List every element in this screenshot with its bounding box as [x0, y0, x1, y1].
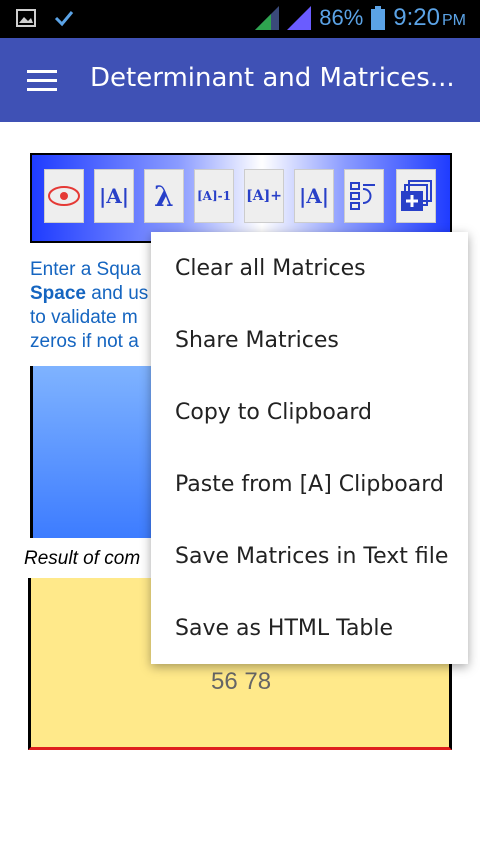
lambda-icon[interactable]: λ: [144, 169, 184, 223]
menu-item-copy[interactable]: Copy to Clipboard: [151, 376, 468, 448]
app-bar: Determinant and Matrices...: [0, 38, 480, 122]
battery-percent: 86%: [319, 5, 364, 30]
add-matrix-icon[interactable]: [396, 169, 436, 223]
menu-item-paste[interactable]: Paste from [A] Clipboard: [151, 448, 468, 520]
overflow-menu: Clear all Matrices Share Matrices Copy t…: [151, 232, 468, 664]
det-A-icon[interactable]: |A|: [94, 169, 134, 223]
steps-icon[interactable]: [344, 169, 384, 223]
result-label: Result of com: [24, 548, 141, 569]
time-text: 9:20: [393, 4, 440, 31]
inverse-A-icon[interactable]: [A]-1: [194, 169, 234, 223]
status-bar: 86% 9:20 PM: [0, 0, 480, 38]
menu-item-clear-all[interactable]: Clear all Matrices: [151, 232, 468, 304]
clock: 9:20 PM: [393, 4, 466, 32]
signal-icon-2: [287, 6, 312, 30]
menu-item-save-text[interactable]: Save Matrices in Text file: [151, 520, 468, 592]
result-row: 56 78: [211, 668, 272, 695]
ampm-text: PM: [442, 12, 466, 29]
abs-A-icon[interactable]: |A|: [294, 169, 334, 223]
app-title: Determinant and Matrices...: [90, 63, 455, 93]
menu-item-save-html[interactable]: Save as HTML Table: [151, 592, 468, 664]
matrix-toolbar: |A| λ [A]-1 [A]+ |A|: [30, 153, 452, 243]
check-icon: [54, 11, 74, 27]
pseudo-inverse-A-icon[interactable]: [A]+: [244, 169, 284, 223]
menu-icon[interactable]: [27, 70, 57, 91]
signal-icon: [255, 6, 280, 30]
menu-item-share[interactable]: Share Matrices: [151, 304, 468, 376]
eye-icon[interactable]: [44, 169, 84, 223]
battery-icon: [371, 6, 386, 30]
image-icon: [16, 9, 36, 27]
